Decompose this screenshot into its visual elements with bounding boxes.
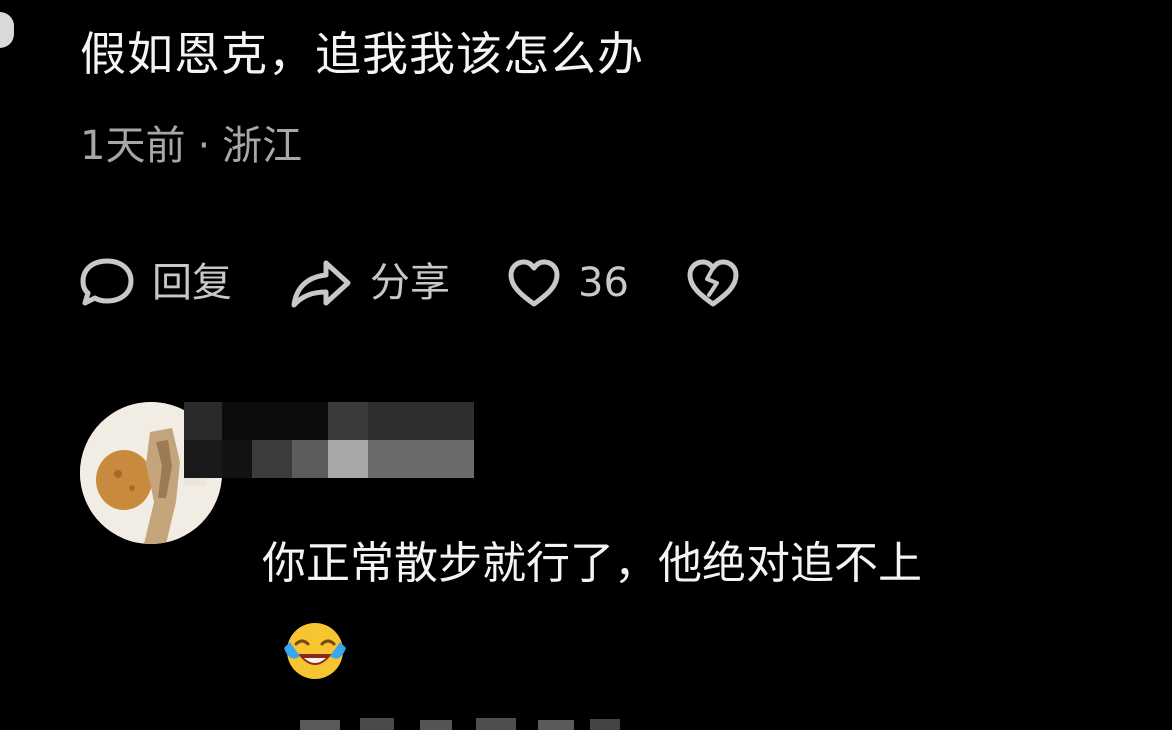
like-count: 36 (578, 260, 629, 306)
share-arrow-icon (288, 255, 354, 311)
laughing-crying-emoji-icon (280, 618, 350, 684)
next-comment-partial (300, 712, 630, 730)
broken-heart-icon (685, 257, 741, 309)
post-time: 1天前 (80, 123, 186, 169)
post-location: 浙江 (222, 123, 303, 169)
dislike-button[interactable] (685, 257, 741, 309)
comment-text: 你正常散步就行了，他绝对追不上 (262, 538, 922, 589)
comment-bubble-icon (78, 255, 136, 311)
reply-button[interactable]: 回复 (78, 255, 232, 311)
redacted-username (184, 402, 474, 478)
action-bar: 回复 分享 36 (78, 250, 741, 316)
like-button[interactable]: 36 (506, 255, 629, 311)
share-label: 分享 (370, 260, 450, 306)
post-meta: 1天前 · 浙江 (80, 118, 302, 174)
meta-separator: · (197, 123, 211, 169)
share-button[interactable]: 分享 (288, 255, 450, 311)
left-edge-avatar-fragment (0, 12, 14, 48)
heart-icon (506, 257, 562, 309)
reply-label: 回复 (152, 260, 232, 306)
post-title: 假如恩克，追我我该怎么办 (80, 27, 644, 81)
